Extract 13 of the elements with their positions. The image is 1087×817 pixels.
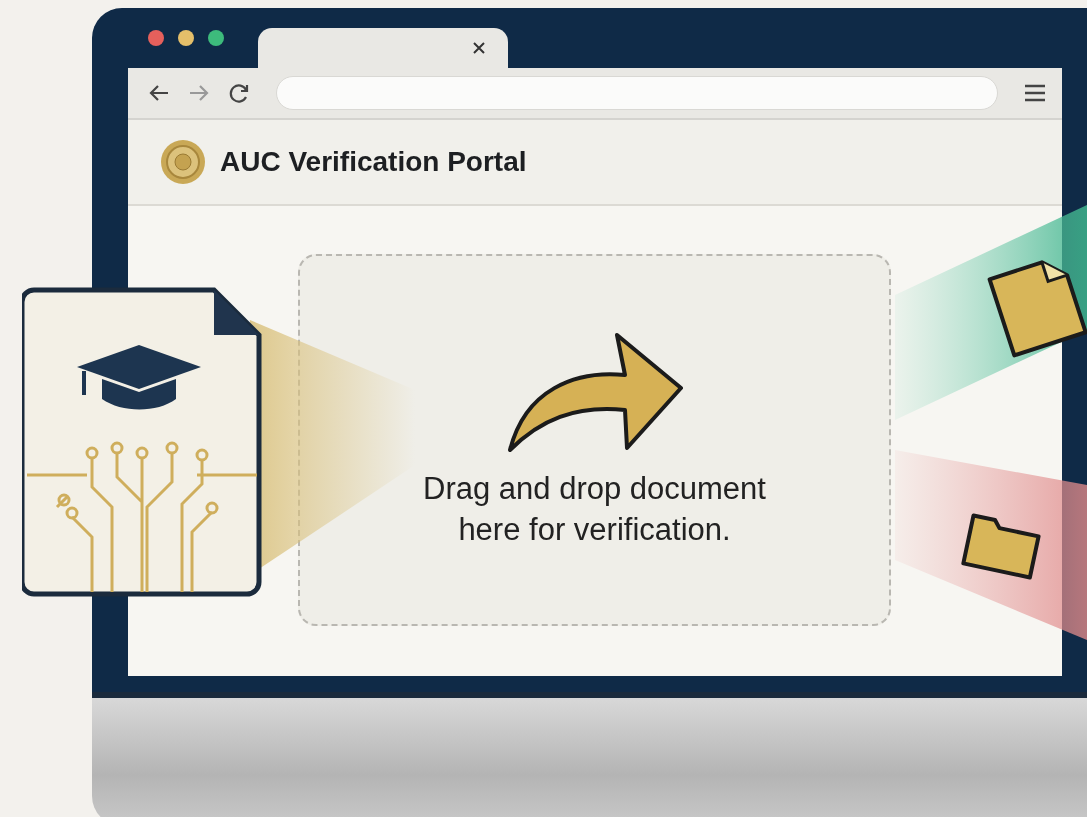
seal-logo-icon: [160, 139, 206, 185]
portal-title: AUC Verification Portal: [220, 146, 527, 178]
file-icon: [987, 260, 1087, 358]
maximize-window-dot[interactable]: [208, 30, 224, 46]
folder-icon: [961, 513, 1041, 580]
close-window-dot[interactable]: [148, 30, 164, 46]
minimize-window-dot[interactable]: [178, 30, 194, 46]
back-arrow-icon[interactable]: [148, 84, 170, 102]
close-icon[interactable]: [472, 41, 486, 55]
reload-icon[interactable]: [228, 82, 250, 104]
drop-zone[interactable]: Drag and drop document here for verification.: [298, 254, 891, 626]
menu-icon[interactable]: [1024, 84, 1046, 102]
drop-instruction: Drag and drop document here for verification.: [422, 470, 767, 549]
